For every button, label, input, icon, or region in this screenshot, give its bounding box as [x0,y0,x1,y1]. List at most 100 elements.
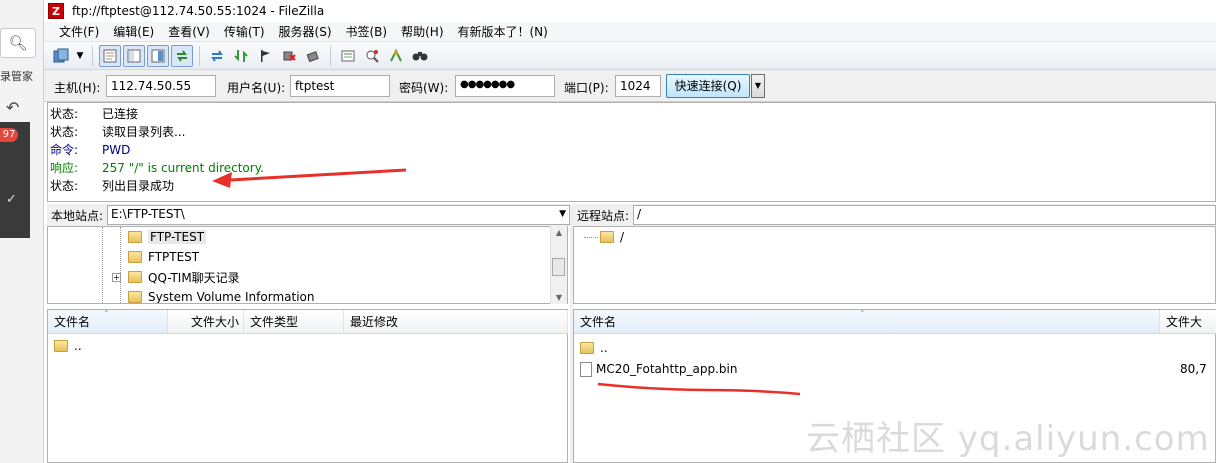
sync-browse-icon[interactable] [385,45,407,67]
column-header-filename[interactable]: 文件名 ˄ [574,310,1160,334]
expand-icon[interactable]: + [112,272,121,282]
sort-ascending-icon: ˄ [104,310,109,320]
list-item[interactable]: MC20_Fotahttp_app.bin 80,7 [580,359,1216,379]
tree-item[interactable]: System Volume Information [128,287,314,303]
file-name: .. [74,339,82,353]
search-icon[interactable] [409,45,431,67]
username-input[interactable]: ftptest [290,75,390,97]
log-message: PWD [102,143,131,157]
tree-item[interactable]: FTPTEST [128,247,199,267]
remote-path-input[interactable]: / [633,205,1216,225]
toggle-local-tree-icon[interactable] [123,44,145,67]
column-header-filesize[interactable]: 文件大小 [168,310,244,334]
menu-file[interactable]: 文件(F) [52,23,106,40]
remote-directory-tree[interactable]: / [573,226,1216,304]
refresh-icon[interactable] [206,45,228,67]
menu-new-version[interactable]: 有新版本了！(N) [451,23,555,40]
local-path-input[interactable]: E:\FTP-TEST\ ▼ [107,205,570,225]
remote-site-bar: 远程站点: / [573,204,1216,226]
local-directory-tree[interactable]: FTP-TEST FTPTEST + QQ-TIM聊天记录 System Vol… [47,226,568,304]
scroll-down-icon[interactable]: ▼ [551,293,567,302]
column-header-filetype[interactable]: 文件类型 [244,310,344,334]
local-site-bar: 本地站点: E:\FTP-TEST\ ▼ [47,204,570,226]
port-input[interactable]: 1024 [615,75,661,97]
local-site-label: 本地站点: [51,208,104,223]
cancel-icon[interactable] [254,45,276,67]
folder-icon [128,231,142,243]
menu-bookmarks[interactable]: 书签(B) [339,23,395,40]
dropdown-icon[interactable]: ▼ [74,45,86,67]
disconnect-icon[interactable] [278,45,300,67]
toggle-queue-icon[interactable] [171,44,193,67]
log-type: 响应: [50,161,79,175]
folder-icon [128,251,142,263]
column-header-modified[interactable]: 最近修改 [344,310,568,334]
log-message: 已连接 [102,107,139,121]
menu-view[interactable]: 查看(V) [161,23,217,40]
column-header-label: 文件名 [580,315,617,329]
menu-help[interactable]: 帮助(H) [394,23,450,40]
folder-icon [580,342,594,354]
list-item[interactable]: .. [54,336,82,356]
toolbar: ▼ [44,42,1216,70]
menu-bar: 文件(F) 编辑(E) 查看(V) 传输(T) 服务器(S) 书签(B) 帮助(… [44,22,1216,42]
tree-item-label: FTP-TEST [148,230,207,244]
file-icon [580,361,592,377]
port-label: 端口(P): [564,81,609,95]
file-name: .. [600,341,608,355]
password-input[interactable]: ●●●●●●● [455,75,555,97]
log-type: 状态: [50,107,79,121]
column-header-label: 文件名 [54,315,91,329]
local-tree-scroll-thumb[interactable] [552,258,565,276]
host-label: 主机(H): [54,81,101,95]
search-icon[interactable]: 🔍︎ [0,28,36,58]
file-name: MC20_Fotahttp_app.bin [596,362,738,376]
host-input[interactable]: 112.74.50.55 [106,75,216,97]
log-type: 状态: [50,125,79,139]
log-row: 状态: 读取目录列表... [48,123,1215,141]
process-queue-icon[interactable] [230,45,252,67]
scroll-up-icon[interactable]: ▲ [551,228,567,237]
chevron-down-icon[interactable]: ▼ [559,209,566,219]
tree-item[interactable]: / [584,227,624,247]
folder-icon [128,271,142,283]
username-label: 用户名(U): [227,81,286,95]
folder-icon [128,291,142,303]
left-strip-label: 录管家 [0,70,33,83]
menu-transfer[interactable]: 传输(T) [217,23,272,40]
site-manager-icon[interactable] [50,45,72,67]
log-type: 命令: [50,143,79,157]
tree-item-label: QQ-TIM聊天记录 [148,270,240,285]
menu-server[interactable]: 服务器(S) [272,23,339,40]
toggle-remote-tree-icon[interactable] [147,44,169,67]
local-path-value: E:\FTP-TEST\ [111,207,185,221]
remote-site-label: 远程站点: [577,208,630,223]
tree-guide-line [102,227,103,303]
menu-edit[interactable]: 编辑(E) [106,23,161,40]
file-size: 80,7 [1180,362,1207,376]
sort-ascending-icon: ˄ [860,310,865,320]
toolbar-separator [330,45,331,66]
tree-guide-line [584,236,598,238]
remote-path-value: / [637,207,642,221]
folder-icon [54,340,68,352]
tree-item-label: FTPTEST [148,250,200,264]
reconnect-icon[interactable] [302,45,324,67]
list-item[interactable]: .. [580,338,608,358]
toggle-log-icon[interactable] [99,44,121,67]
quickconnect-dropdown-icon[interactable]: ▼ [751,74,765,98]
column-header-filename[interactable]: 文件名 ˄ [48,310,168,334]
title-bar: Z ftp://ftptest@112.74.50.55:1024 - File… [44,0,1216,22]
undo-icon[interactable]: ↶ [6,98,19,117]
quickconnect-button[interactable]: 快速连接(Q) [666,74,750,98]
compare-icon[interactable] [361,45,383,67]
check-icon[interactable]: ✓ [6,192,17,207]
tree-item[interactable]: + QQ-TIM聊天记录 [112,267,240,287]
filter-icon[interactable] [337,45,359,67]
annotation-arrow [212,168,407,188]
tree-item[interactable]: FTP-TEST [128,227,207,247]
local-file-list[interactable]: 文件名 ˄ 文件大小 文件类型 最近修改 .. [47,309,568,463]
watermark: 云栖社区 yq.aliyun.com [806,419,1210,459]
quickconnect-bar: 主机(H): 112.74.50.55 用户名(U): ftptest 密码(W… [44,70,1216,102]
column-header-filesize[interactable]: 文件大 [1160,310,1216,334]
